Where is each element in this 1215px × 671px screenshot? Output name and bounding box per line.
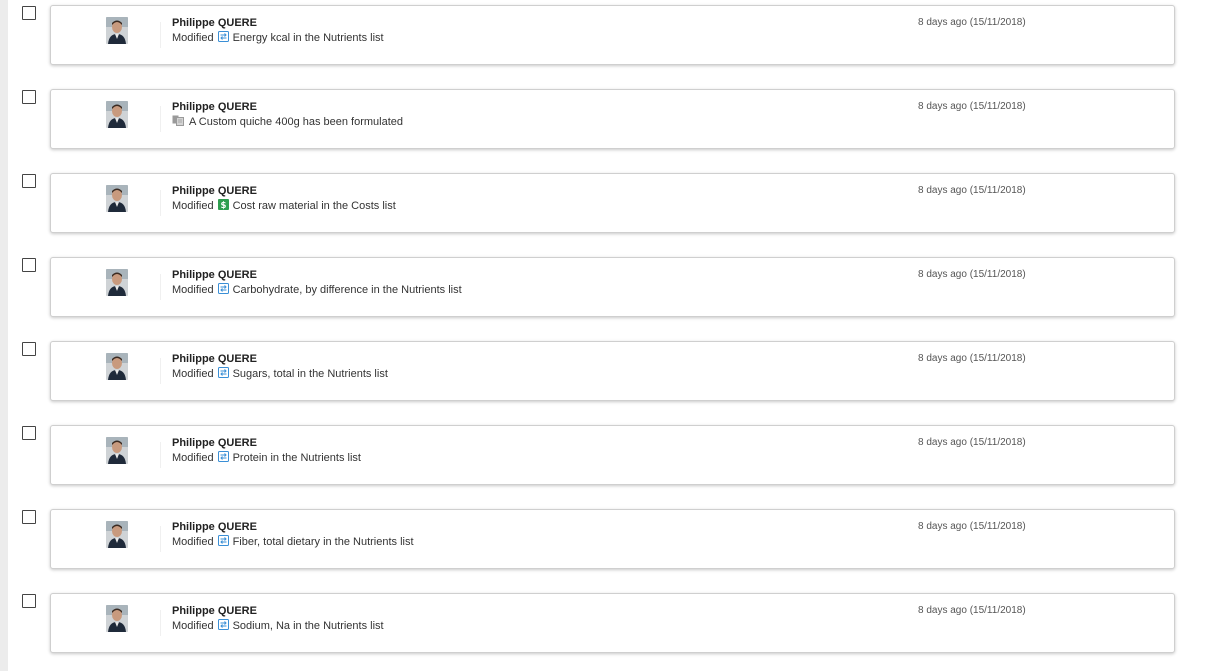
activity-row: Philippe QUERE Modified Sodium, Na in the …	[0, 588, 1215, 671]
avatar	[106, 353, 128, 380]
activity-author[interactable]: Philippe QUERE	[172, 185, 257, 197]
avatar	[106, 17, 128, 44]
nutrients-list-icon	[217, 367, 229, 381]
activity-message: Modified Energy kcal in the Nutrients lis…	[172, 31, 384, 45]
activity-message: A Custom quiche 400g has been formulated	[172, 115, 403, 129]
avatar	[106, 185, 128, 212]
activity-card[interactable]: Philippe QUERE Modified Fiber, total dieta…	[50, 509, 1175, 569]
activity-message: Modified Protein in the Nutrients list	[172, 451, 361, 465]
avatar	[106, 437, 128, 464]
card-divider	[160, 526, 161, 552]
card-divider	[160, 22, 161, 48]
row-select-checkbox[interactable]	[22, 342, 36, 356]
activity-message: Modified Sugars, total in the Nutrients l…	[172, 367, 388, 381]
activity-row: Philippe QUERE Modified Sugars, total in t…	[0, 336, 1215, 420]
activity-object[interactable]: Fiber, total dietary in the Nutrients li…	[233, 536, 414, 548]
activity-row: Philippe QUERE Modified Energy kcal in the…	[0, 0, 1215, 84]
nutrients-list-icon	[217, 283, 229, 297]
activity-card[interactable]: Philippe QUERE Modified $ Cost raw material…	[50, 173, 1175, 233]
nutrients-list-icon	[217, 619, 229, 633]
activity-author[interactable]: Philippe QUERE	[172, 17, 257, 29]
nutrients-list-icon	[217, 535, 229, 549]
card-divider	[160, 190, 161, 216]
nutrients-list-icon	[217, 31, 229, 45]
row-select-checkbox[interactable]	[22, 6, 36, 20]
activity-timestamp: 8 days ago (15/11/2018)	[918, 437, 1026, 448]
card-divider	[160, 610, 161, 636]
activity-author[interactable]: Philippe QUERE	[172, 437, 257, 449]
activity-timestamp: 8 days ago (15/11/2018)	[918, 101, 1026, 112]
activity-object[interactable]: Cost raw material in the Costs list	[233, 200, 396, 212]
activity-object[interactable]: Sodium, Na in the Nutrients list	[233, 620, 384, 632]
activity-action: Modified	[172, 452, 214, 464]
activity-action: Modified	[172, 284, 214, 296]
activity-timestamp: 8 days ago (15/11/2018)	[918, 269, 1026, 280]
activity-action: Modified	[172, 200, 214, 212]
row-select-checkbox[interactable]	[22, 510, 36, 524]
row-select-checkbox[interactable]	[22, 594, 36, 608]
activity-row: Philippe QUERE Modified Carbohydrate, by d…	[0, 252, 1215, 336]
activity-object[interactable]: Protein in the Nutrients list	[233, 452, 361, 464]
activity-timestamp: 8 days ago (15/11/2018)	[918, 353, 1026, 364]
formulation-icon	[172, 115, 185, 129]
activity-action: Modified	[172, 536, 214, 548]
costs-list-icon: $	[217, 199, 229, 213]
row-select-checkbox[interactable]	[22, 426, 36, 440]
activity-row: Philippe QUERE Modified Fiber, total dieta…	[0, 504, 1215, 588]
activity-object[interactable]: A Custom quiche 400g has been formulated	[189, 116, 403, 128]
row-select-checkbox[interactable]	[22, 174, 36, 188]
activity-row: Philippe QUERE Modified $ Cost raw material…	[0, 168, 1215, 252]
activity-row: Philippe QUERE A Custom quiche 400g has b…	[0, 84, 1215, 168]
activity-message: Modified Carbohydrate, by difference in t…	[172, 283, 462, 297]
avatar	[106, 521, 128, 548]
activity-author[interactable]: Philippe QUERE	[172, 101, 257, 113]
activity-card[interactable]: Philippe QUERE Modified Sugars, total in t…	[50, 341, 1175, 401]
row-select-checkbox[interactable]	[22, 90, 36, 104]
activity-timestamp: 8 days ago (15/11/2018)	[918, 605, 1026, 616]
activity-author[interactable]: Philippe QUERE	[172, 353, 257, 365]
activity-author[interactable]: Philippe QUERE	[172, 605, 257, 617]
activity-card[interactable]: Philippe QUERE Modified Protein in the Nut…	[50, 425, 1175, 485]
svg-text:$: $	[220, 201, 226, 210]
activity-author[interactable]: Philippe QUERE	[172, 521, 257, 533]
card-divider	[160, 358, 161, 384]
activity-action: Modified	[172, 620, 214, 632]
avatar	[106, 269, 128, 296]
activity-card[interactable]: Philippe QUERE A Custom quiche 400g has b…	[50, 89, 1175, 149]
card-divider	[160, 106, 161, 132]
activity-object[interactable]: Sugars, total in the Nutrients list	[233, 368, 388, 380]
activity-card[interactable]: Philippe QUERE Modified Carbohydrate, by d…	[50, 257, 1175, 317]
card-divider	[160, 442, 161, 468]
activity-timestamp: 8 days ago (15/11/2018)	[918, 521, 1026, 532]
activity-feed-page: Philippe QUERE Modified Energy kcal in the…	[0, 0, 1215, 671]
avatar	[106, 101, 128, 128]
activity-action: Modified	[172, 32, 214, 44]
activity-timestamp: 8 days ago (15/11/2018)	[918, 185, 1026, 196]
activity-card[interactable]: Philippe QUERE Modified Energy kcal in the…	[50, 5, 1175, 65]
activity-action: Modified	[172, 368, 214, 380]
activity-message: Modified $ Cost raw material in the Costs …	[172, 199, 396, 213]
activity-row: Philippe QUERE Modified Protein in the Nut…	[0, 420, 1215, 504]
activity-object[interactable]: Carbohydrate, by difference in the Nutri…	[233, 284, 462, 296]
activity-author[interactable]: Philippe QUERE	[172, 269, 257, 281]
activity-timestamp: 8 days ago (15/11/2018)	[918, 17, 1026, 28]
activity-message: Modified Fiber, total dietary in the Nutr…	[172, 535, 414, 549]
avatar	[106, 605, 128, 632]
row-select-checkbox[interactable]	[22, 258, 36, 272]
card-divider	[160, 274, 161, 300]
activity-card[interactable]: Philippe QUERE Modified Sodium, Na in the …	[50, 593, 1175, 653]
nutrients-list-icon	[217, 451, 229, 465]
activity-object[interactable]: Energy kcal in the Nutrients list	[233, 32, 384, 44]
activity-message: Modified Sodium, Na in the Nutrients list	[172, 619, 384, 633]
